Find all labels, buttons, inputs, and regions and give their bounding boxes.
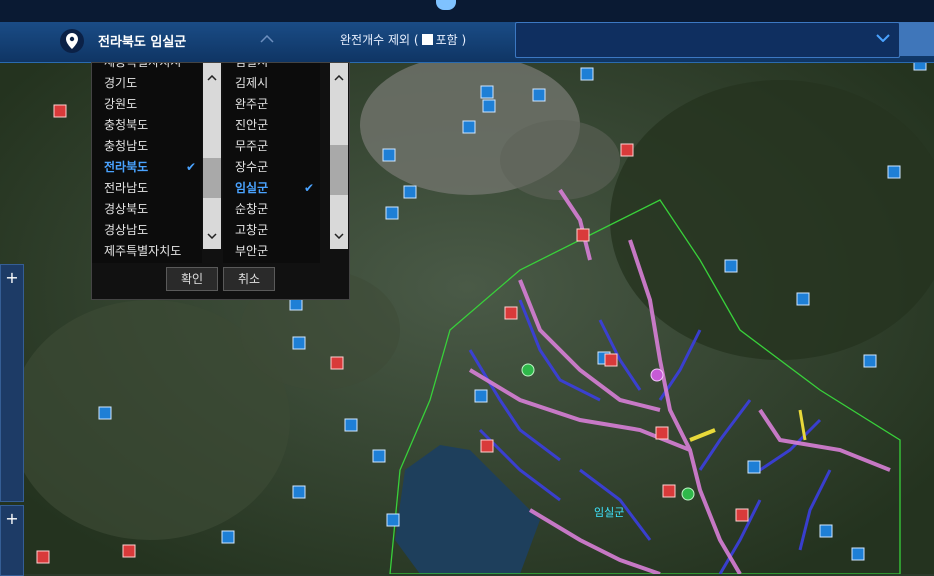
list-item[interactable]: 진안군 — [223, 115, 320, 136]
area-label: 임실군 — [594, 506, 624, 519]
zoom-in-button[interactable]: + — [1, 265, 23, 291]
dropdown-actions: 확인 취소 — [92, 263, 349, 299]
list-item-label: 경상북도 — [104, 202, 149, 216]
list-item[interactable]: 충청남도 — [92, 136, 202, 157]
chevron-up-icon[interactable] — [260, 35, 274, 43]
list-item[interactable]: 경기도 — [92, 73, 202, 94]
list-item[interactable]: 전라북도 ✔ — [92, 157, 202, 178]
list-item[interactable]: 경상남도 — [92, 220, 202, 241]
exclude-label: 완전개수 제외 ( — [340, 33, 419, 47]
list-item-label: 전라북도 — [104, 160, 149, 174]
list-item-label: 세종특별자치시 — [104, 63, 181, 69]
list-item-label: 순창군 — [235, 202, 269, 216]
header-band — [0, 0, 934, 22]
list-item-label: 장수군 — [235, 160, 269, 174]
list-item-label: 완주군 — [235, 97, 269, 111]
list-item-label: 진안군 — [235, 118, 269, 132]
list-item[interactable]: 경상북도 — [92, 199, 202, 220]
list-item-label: 경기도 — [104, 76, 138, 90]
list-item-label: 부안군 — [235, 244, 269, 258]
province-list[interactable]: 세종특별자치시경기도강원도충청북도충청남도전라북도 ✔ 전라남도경상북도경상남도제주… — [92, 63, 202, 263]
cancel-button[interactable]: 취소 — [223, 267, 275, 291]
scroll-up-icon[interactable] — [207, 75, 217, 81]
search-field[interactable] — [515, 22, 900, 58]
list-item[interactable]: 순창군 — [223, 199, 320, 220]
scroll-up-icon[interactable] — [334, 75, 344, 81]
list-item-label: 충청북도 — [104, 118, 149, 132]
list-item[interactable]: 김제시 — [223, 73, 320, 94]
confirm-button[interactable]: 확인 — [166, 267, 218, 291]
check-icon: ✔ — [303, 181, 314, 195]
list-item-label: 고창군 — [235, 223, 269, 237]
county-list[interactable]: 임실시김제시완주군진안군무주군장수군임실군 ✔ 순창군고창군부안군 — [223, 63, 320, 263]
list-item[interactable]: 강원도 — [92, 94, 202, 115]
list-item[interactable]: 장수군 — [223, 157, 320, 178]
expand-button[interactable]: + — [1, 506, 23, 532]
list-item-label: 제주특별자치도 — [104, 244, 182, 258]
toolbar: 전라북도 임실군 완전개수 제외 ( 포함 ) — [0, 22, 934, 63]
list-item[interactable]: 제주특별자치도 — [92, 241, 202, 262]
list-item[interactable]: 부안군 — [223, 241, 320, 262]
chevron-down-icon[interactable] — [876, 34, 890, 42]
location-selector[interactable]: 전라북도 임실군 — [98, 31, 186, 50]
include-checkbox[interactable] — [421, 34, 433, 45]
list-item-label: 경상남도 — [104, 223, 149, 237]
list-item[interactable]: 고창군 — [223, 220, 320, 241]
map-side-panel-2: + — [0, 505, 24, 576]
list-item[interactable]: 세종특별자치시 — [92, 63, 202, 73]
province-scrollbar[interactable] — [203, 63, 221, 249]
list-item[interactable]: 임실시 — [223, 63, 320, 73]
list-item[interactable]: 무주군 — [223, 136, 320, 157]
list-item-label: 충청남도 — [104, 139, 149, 153]
list-item[interactable]: 임실군 ✔ — [223, 178, 320, 199]
monitoring-station-icon[interactable] — [681, 487, 695, 501]
county-scrollbar[interactable] — [330, 63, 348, 249]
scroll-down-icon[interactable] — [334, 233, 344, 239]
list-item[interactable]: 전라남도 — [92, 178, 202, 199]
map-side-panel: + — [0, 264, 24, 502]
check-icon: ✔ — [185, 160, 196, 174]
exclude-option: 완전개수 제외 ( 포함 ) — [340, 31, 466, 48]
location-pin-icon — [60, 29, 84, 53]
list-item-label: 강원도 — [104, 97, 138, 111]
list-item-label: 임실군 — [235, 181, 269, 195]
list-item-label: 김제시 — [235, 76, 269, 90]
monitoring-station-icon[interactable] — [521, 363, 535, 377]
scroll-thumb[interactable] — [203, 158, 221, 198]
list-item-label: 전라남도 — [104, 181, 149, 195]
list-item-label: 무주군 — [235, 139, 269, 153]
region-dropdown: 세종특별자치시경기도강원도충청북도충청남도전라북도 ✔ 전라남도경상북도경상남도제주… — [91, 62, 350, 300]
scroll-down-icon[interactable] — [207, 233, 217, 239]
river-node-icon[interactable] — [650, 368, 664, 382]
scroll-thumb[interactable] — [330, 145, 348, 195]
list-item[interactable]: 완주군 — [223, 94, 320, 115]
include-label: 포함 ) — [435, 33, 467, 47]
list-item[interactable]: 충청북도 — [92, 115, 202, 136]
list-item-label: 임실시 — [235, 63, 268, 69]
logo-icon — [436, 0, 456, 10]
search-button[interactable] — [899, 22, 934, 56]
